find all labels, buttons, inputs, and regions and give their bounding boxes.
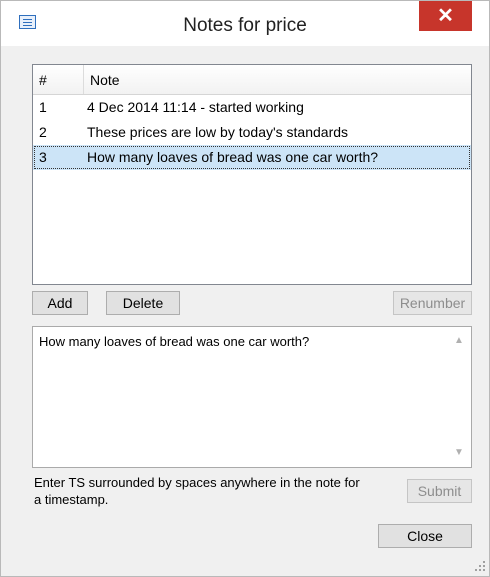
column-header-note-label: Note [90, 72, 120, 88]
add-button[interactable]: Add [32, 291, 88, 315]
scroll-up-icon[interactable]: ▲ [451, 333, 467, 349]
row-note: These prices are low by today's standard… [87, 124, 349, 140]
row-note: 4 Dec 2014 11:14 - started working [87, 99, 304, 115]
notes-list[interactable]: # Note 1 4 Dec 2014 11:14 - started work… [32, 64, 472, 285]
list-row[interactable]: 1 4 Dec 2014 11:14 - started working [33, 95, 471, 120]
row-number: 3 [39, 149, 47, 165]
list-header: # Note [33, 65, 471, 95]
list-row[interactable]: 2 These prices are low by today's standa… [33, 120, 471, 145]
row-note: How many loaves of bread was one car wor… [87, 149, 379, 165]
close-button[interactable]: Close [378, 524, 472, 548]
note-editor[interactable]: How many loaves of bread was one car wor… [32, 326, 472, 468]
column-header-note[interactable]: Note [84, 65, 471, 94]
scroll-down-icon[interactable]: ▼ [451, 445, 467, 461]
row-number: 1 [39, 99, 47, 115]
list-row-selected[interactable]: 3 How many loaves of bread was one car w… [33, 145, 471, 170]
window-title: Notes for price [183, 15, 307, 36]
notes-window: Notes for price ✕ # Note 1 4 Dec 2014 11… [0, 0, 490, 577]
resize-grip-icon[interactable] [475, 561, 487, 573]
timestamp-hint: Enter TS surrounded by spaces anywhere i… [34, 475, 360, 507]
window-close-button[interactable]: ✕ [419, 1, 472, 31]
note-editor-text: How many loaves of bread was one car wor… [39, 334, 310, 349]
column-header-number[interactable]: # [33, 65, 84, 94]
row-number: 2 [39, 124, 47, 140]
column-header-number-label: # [39, 72, 47, 88]
delete-button[interactable]: Delete [106, 291, 180, 315]
dialog-body: # Note 1 4 Dec 2014 11:14 - started work… [10, 46, 480, 568]
title-bar[interactable]: Notes for price ✕ [1, 1, 489, 46]
renumber-button[interactable]: Renumber [393, 291, 472, 315]
submit-button[interactable]: Submit [407, 479, 472, 503]
